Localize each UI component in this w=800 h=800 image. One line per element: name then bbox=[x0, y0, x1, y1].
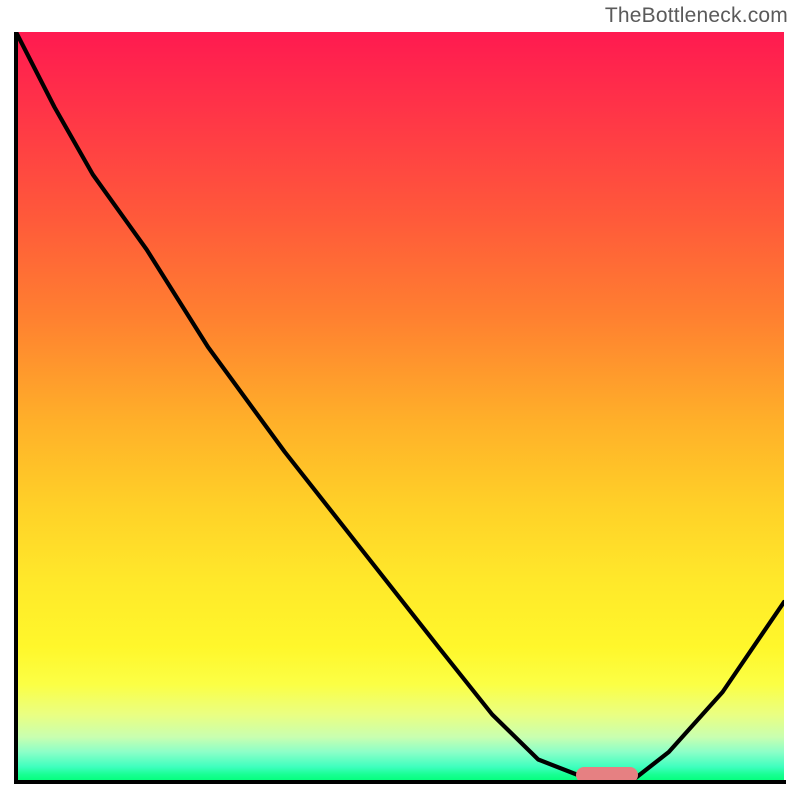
highlight-marker bbox=[576, 767, 638, 783]
watermark-label: TheBottleneck.com bbox=[605, 4, 788, 28]
chart-background-gradient bbox=[16, 32, 784, 782]
